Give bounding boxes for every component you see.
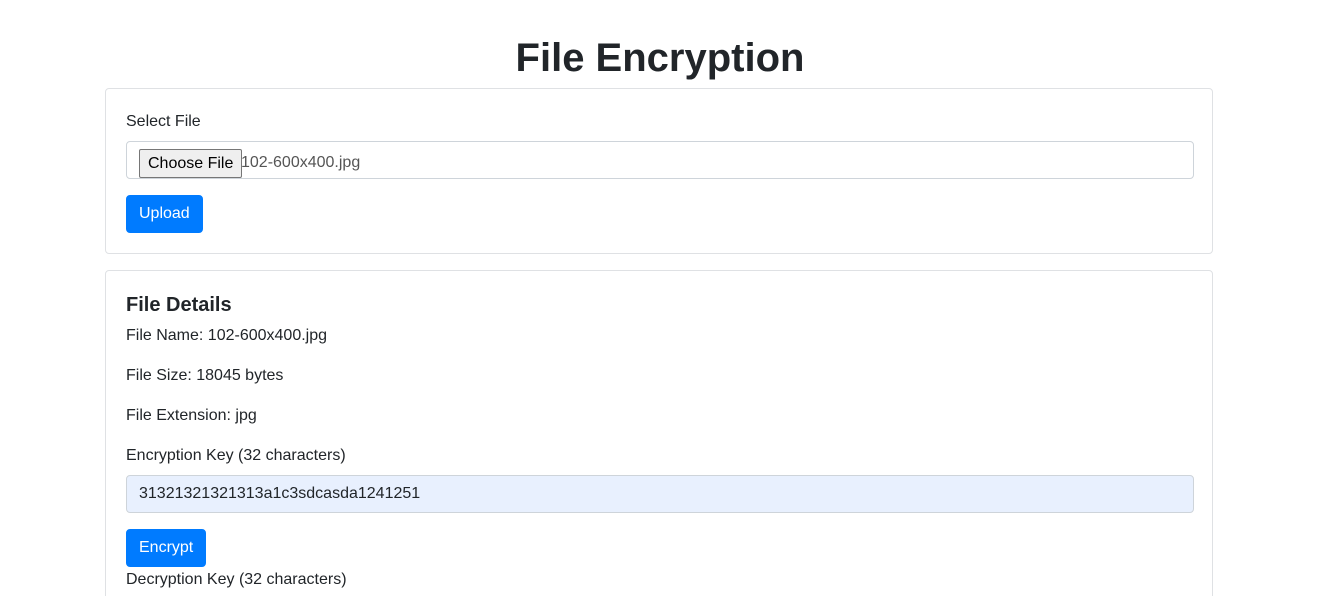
encrypt-button[interactable]: Encrypt	[126, 529, 207, 567]
file-details-heading: File Details	[126, 294, 232, 316]
encryption-key-input[interactable]	[126, 475, 1194, 513]
file-size-text: File Size: 18045 bytes	[126, 367, 284, 384]
page: File Encryption Select File Choose File …	[0, 0, 1326, 596]
chosen-file-name: 102-600x400.jpg	[241, 154, 361, 171]
page-title: File Encryption	[515, 36, 805, 80]
encryption-key-label: Encryption Key (32 characters)	[126, 447, 346, 464]
file-details-card: File Details File Name: 102-600x400.jpg …	[105, 270, 1213, 596]
upload-button[interactable]: Upload	[126, 195, 203, 233]
file-input[interactable]: Choose File 102-600x400.jpg	[126, 141, 1194, 179]
select-file-label: Select File	[126, 113, 201, 130]
upload-card: Select File Choose File 102-600x400.jpg …	[105, 88, 1213, 254]
file-name-text: File Name: 102-600x400.jpg	[126, 327, 328, 344]
file-extension-text: File Extension: jpg	[126, 407, 257, 424]
choose-file-button[interactable]: Choose File	[139, 149, 243, 178]
decryption-key-label: Decryption Key (32 characters)	[126, 571, 347, 588]
